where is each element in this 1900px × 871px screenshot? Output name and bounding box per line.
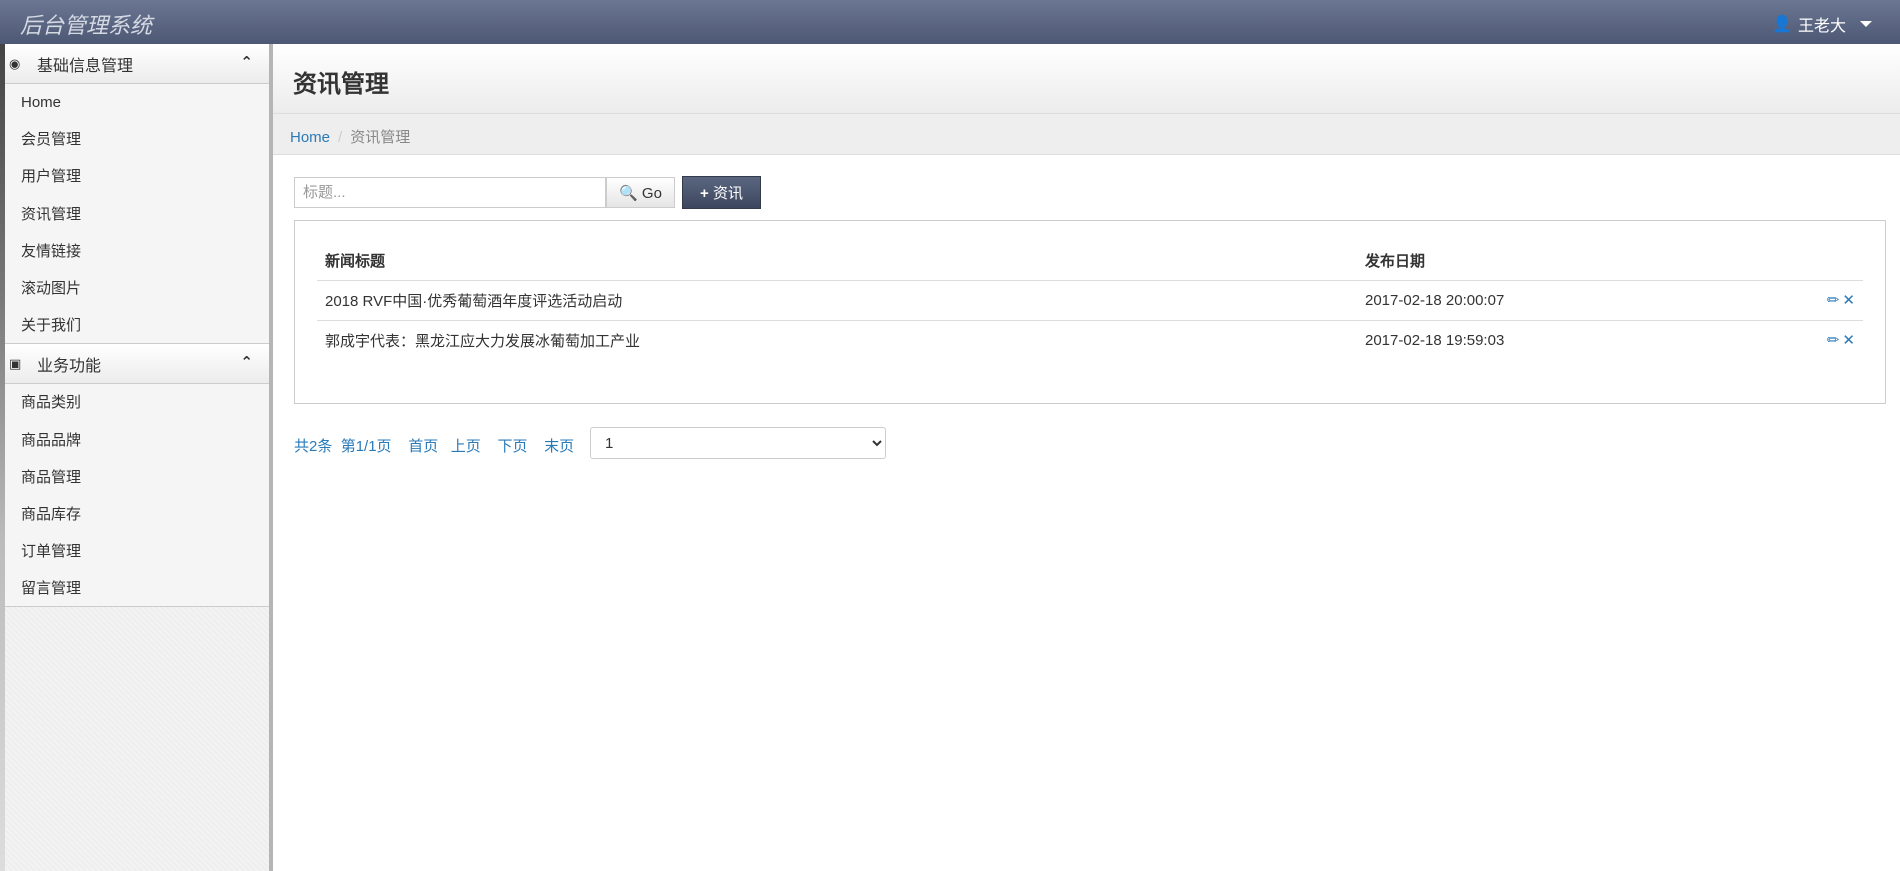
sidebar-group-header[interactable]: ▣ 业务功能 ⌃	[5, 344, 269, 385]
sidebar-item-home[interactable]: Home	[5, 84, 269, 121]
sidebar-item-products[interactable]: 商品管理	[5, 459, 269, 496]
sidebar-item-about[interactable]: 关于我们	[5, 307, 269, 345]
user-menu[interactable]: 👤 王老大	[1772, 12, 1872, 36]
news-date: 2017-02-18 20:00:07	[1357, 280, 1737, 321]
chevron-up-icon[interactable]: ⌃	[240, 53, 253, 71]
edit-pencil-icon[interactable]: ✏	[1827, 332, 1840, 349]
plus-icon: +	[700, 185, 709, 202]
page-title: 资讯管理	[293, 71, 389, 98]
pager-last[interactable]: 末页	[544, 438, 574, 455]
breadcrumb-current: 资讯管理	[350, 129, 411, 146]
sidebar-item-categories[interactable]: 商品类别	[5, 384, 269, 421]
table-header-row: 新闻标题 发布日期	[317, 241, 1863, 281]
breadcrumb-home[interactable]: Home	[290, 129, 330, 146]
pager-total: 共2条	[294, 438, 333, 455]
briefcase-icon: ▣	[9, 355, 22, 371]
user-icon: 👤	[1772, 16, 1792, 33]
caret-down-icon	[1860, 21, 1872, 27]
top-navbar: 后台管理系统 👤 王老大	[0, 0, 1900, 44]
group-title: 基础信息管理	[37, 57, 134, 75]
breadcrumb-separator: /	[338, 129, 343, 146]
page-select[interactable]: 1	[590, 427, 886, 459]
sidebar-item-news[interactable]: 资讯管理	[5, 196, 269, 233]
sidebar-item-orders[interactable]: 订单管理	[5, 533, 269, 570]
delete-x-icon[interactable]: ✕	[1842, 332, 1855, 349]
dashboard-icon: ◉	[9, 55, 21, 71]
page-header: 资讯管理	[273, 44, 1900, 114]
sidebar: ◉ 基础信息管理 ⌃ Home 会员管理 用户管理 资讯管理 友情链接 滚动图片…	[5, 44, 269, 871]
table-row: 2018 RVF中国·优秀葡萄酒年度评选活动启动 2017-02-18 20:0…	[317, 280, 1863, 321]
add-label: 资讯	[712, 185, 743, 202]
group-title: 业务功能	[37, 357, 102, 375]
sidebar-item-inventory[interactable]: 商品库存	[5, 496, 269, 533]
sidebar-group-header[interactable]: ◉ 基础信息管理 ⌃	[5, 44, 269, 84]
sidebar-item-slides[interactable]: 滚动图片	[5, 270, 269, 307]
pager-first[interactable]: 首页	[408, 438, 438, 455]
search-icon: 🔍	[619, 184, 638, 202]
add-news-button[interactable]: + 资讯	[682, 176, 761, 209]
search-go-button[interactable]: 🔍 Go	[606, 177, 675, 208]
pager-next[interactable]: 下页	[497, 438, 527, 455]
news-table-panel: 新闻标题 发布日期 2018 RVF中国·优秀葡萄酒年度评选活动启动 2017-…	[294, 220, 1886, 404]
brand-title: 后台管理系统	[20, 13, 153, 38]
column-header-title: 新闻标题	[317, 241, 1357, 281]
sidebar-item-members[interactable]: 会员管理	[5, 121, 269, 158]
news-table: 新闻标题 发布日期 2018 RVF中国·优秀葡萄酒年度评选活动启动 2017-…	[317, 241, 1863, 360]
sidebar-item-messages[interactable]: 留言管理	[5, 570, 269, 608]
breadcrumb: Home / 资讯管理	[273, 114, 1900, 155]
sidebar-item-users[interactable]: 用户管理	[5, 158, 269, 195]
table-row: 郭成宇代表：黑龙江应大力发展冰葡萄加工产业 2017-02-18 19:59:0…	[317, 320, 1863, 360]
delete-x-icon[interactable]: ✕	[1842, 292, 1855, 309]
column-header-date: 发布日期	[1357, 241, 1737, 281]
sidebar-group-basic: ◉ 基础信息管理 ⌃ Home 会员管理 用户管理 资讯管理 友情链接 滚动图片…	[5, 44, 269, 345]
edit-pencil-icon[interactable]: ✏	[1827, 292, 1840, 309]
pager-prev[interactable]: 上页	[451, 438, 481, 455]
go-label: Go	[641, 184, 662, 202]
user-name: 王老大	[1797, 18, 1846, 35]
news-date: 2017-02-18 19:59:03	[1365, 331, 1505, 349]
pagination: 共2条 第1/1页 首页 上页 下页 末页	[294, 435, 574, 456]
row-actions: ✏ ✕	[1737, 280, 1863, 321]
title-search-input[interactable]	[294, 177, 606, 208]
news-title: 郭成宇代表：黑龙江应大力发展冰葡萄加工产业	[325, 332, 641, 350]
sidebar-item-links[interactable]: 友情链接	[5, 233, 269, 270]
sidebar-divider	[269, 44, 273, 871]
row-actions: ✏ ✕	[1737, 320, 1863, 360]
news-title: 2018 RVF中国·优秀葡萄酒年度评选活动启动	[317, 280, 1357, 321]
column-header-actions	[1737, 241, 1863, 281]
sidebar-group-business: ▣ 业务功能 ⌃ 商品类别 商品品牌 商品管理 商品库存 订单管理 留言管理	[5, 344, 269, 608]
pager-page: 第1/1页	[340, 438, 392, 455]
sidebar-item-brands[interactable]: 商品品牌	[5, 422, 269, 459]
chevron-up-icon[interactable]: ⌃	[240, 353, 253, 371]
